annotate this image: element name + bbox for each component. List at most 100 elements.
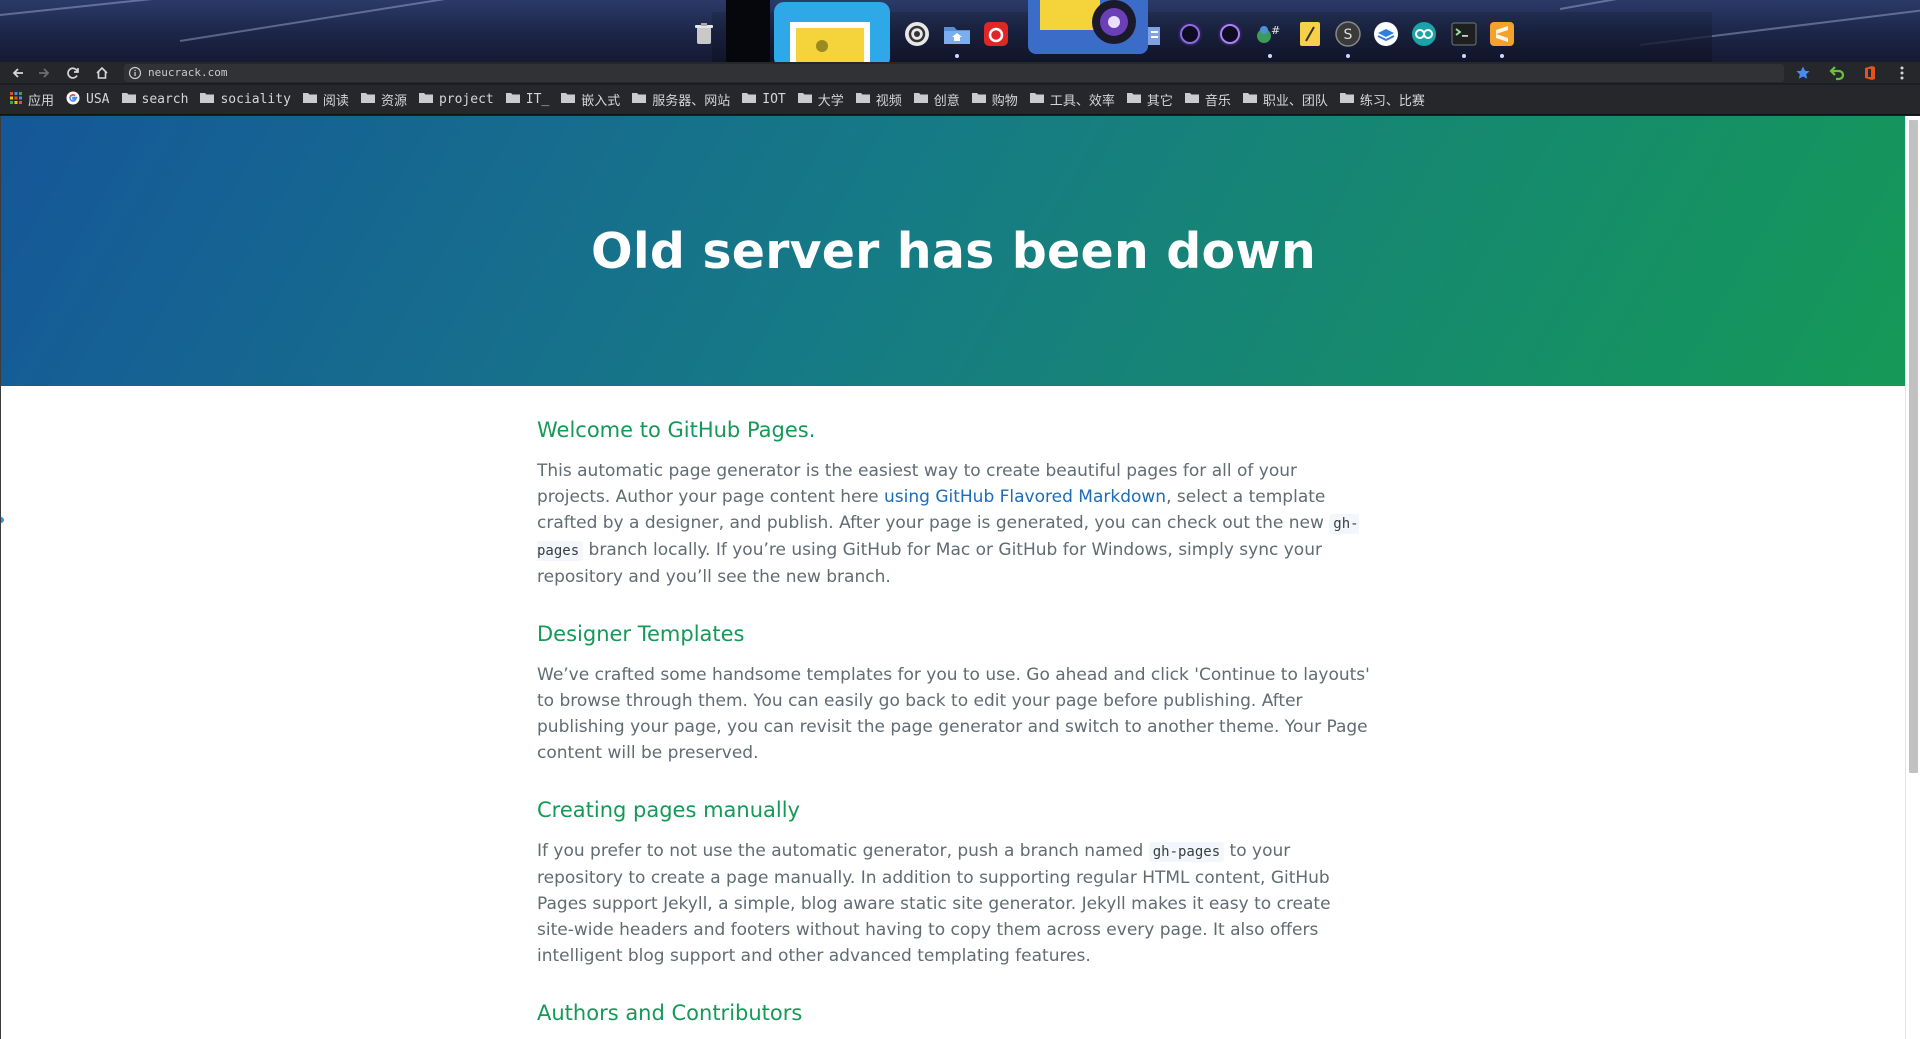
- bookmark-label: 其它: [1146, 94, 1173, 109]
- back-button[interactable]: [8, 63, 28, 83]
- bookmark-item[interactable]: USA: [66, 91, 110, 109]
- bookmarks-bar: 应用 USA search sociality 阅读 资源 project IT_ 嵌入式 服务器…: [0, 85, 1920, 115]
- bookmark-label: 音乐: [1204, 94, 1231, 109]
- bookmark-item[interactable]: 职业、团队: [1242, 90, 1328, 109]
- address-url[interactable]: neucrack.com: [148, 66, 227, 79]
- running-indicator: [1462, 54, 1466, 58]
- arduino-icon[interactable]: [1410, 20, 1438, 48]
- bookmark-item[interactable]: project: [418, 92, 494, 107]
- page-scrollbar[interactable]: [1905, 116, 1920, 1039]
- image-viewer-icon[interactable]: [772, 0, 892, 62]
- section-heading-manual: Creating pages manually: [537, 798, 800, 822]
- undo-arrow-icon: [1829, 66, 1845, 81]
- layers-app-icon[interactable]: [1372, 20, 1400, 48]
- bookmark-item[interactable]: 音乐: [1184, 90, 1231, 109]
- bookmark-item[interactable]: IOT: [742, 92, 786, 107]
- reload-button[interactable]: [63, 63, 83, 83]
- markdown-link[interactable]: using GitHub Flavored Markdown: [884, 487, 1166, 507]
- running-indicator: [1500, 54, 1504, 58]
- eclipse-icon[interactable]: [1176, 20, 1204, 48]
- bookmark-item[interactable]: 视频: [855, 90, 902, 109]
- paragraph-text: If you prefer to not use the automatic g…: [537, 841, 1149, 861]
- folder-icon: [505, 92, 520, 107]
- bookmark-label: 工具、效率: [1049, 94, 1115, 109]
- bookmark-item[interactable]: 练习、比赛: [1339, 90, 1425, 109]
- page-header: Old server has been down: [1, 116, 1905, 386]
- bookmark-star-button[interactable]: [1793, 63, 1813, 83]
- folder-icon: [121, 92, 136, 107]
- section-paragraph-welcome: This automatic page generator is the eas…: [537, 458, 1371, 590]
- arrow-right-icon: [39, 68, 50, 78]
- section-heading-welcome: Welcome to GitHub Pages.: [537, 418, 816, 442]
- browser-toolbar: neucrack.com: [0, 62, 1920, 84]
- forward-button[interactable]: [34, 63, 54, 83]
- folder-icon: [742, 92, 757, 107]
- section-heading-authors: Authors and Contributors: [537, 1001, 803, 1025]
- bookmark-item[interactable]: 资源: [360, 90, 407, 109]
- home-folder-icon[interactable]: [942, 20, 972, 48]
- netease-music-icon[interactable]: [982, 20, 1010, 48]
- bookmark-label: 视频: [875, 94, 902, 109]
- trash-icon[interactable]: [690, 20, 718, 48]
- running-indicator: [1268, 54, 1272, 58]
- running-indicator: [1346, 54, 1350, 58]
- bookmark-item[interactable]: sociality: [200, 92, 291, 107]
- bookmark-label: project: [438, 92, 494, 107]
- folder-icon: [418, 92, 433, 107]
- document-icon[interactable]: [1146, 24, 1162, 48]
- address-bar[interactable]: neucrack.com: [124, 64, 1784, 82]
- bookmark-item[interactable]: 创意: [913, 90, 960, 109]
- bookmark-label: IOT: [762, 92, 786, 107]
- bookmark-item[interactable]: 大学: [797, 90, 844, 109]
- bookmark-label: IT_: [525, 92, 550, 107]
- svg-text:S: S: [1344, 27, 1353, 43]
- apps-grid-icon: [10, 91, 22, 108]
- home-icon: [96, 66, 108, 79]
- dock-separator: [726, 0, 770, 62]
- bookmark-item[interactable]: 嵌入式: [561, 90, 620, 109]
- folder-icon: [1184, 92, 1199, 107]
- bookmark-label: 大学: [817, 94, 844, 109]
- folder-icon: [1126, 92, 1141, 107]
- bookmark-label: 资源: [380, 94, 407, 109]
- running-indicator: [955, 54, 959, 58]
- csharp-icon[interactable]: #: [1254, 20, 1284, 48]
- terminal-icon[interactable]: [1450, 20, 1478, 48]
- folder-icon: [1242, 92, 1257, 107]
- bookmark-item[interactable]: search: [121, 92, 189, 107]
- eclipse-alt-icon[interactable]: [1216, 20, 1244, 48]
- bookmark-item[interactable]: 服务器、网站: [632, 90, 730, 109]
- wallpaper-streak: [179, 0, 556, 42]
- ubuntu-circle-icon[interactable]: [903, 20, 931, 48]
- bookmark-label: sociality: [220, 92, 291, 107]
- section-paragraph-templates: We’ve crafted some handsome templates fo…: [537, 665, 1370, 763]
- home-button[interactable]: [92, 63, 112, 83]
- folder-icon: [632, 92, 647, 107]
- inline-code: gh-pages: [1148, 842, 1225, 862]
- bookmark-label: search: [141, 92, 189, 107]
- bookmark-item[interactable]: IT_: [505, 92, 550, 107]
- bookmark-item[interactable]: 其它: [1126, 90, 1173, 109]
- folder-icon: [561, 92, 576, 107]
- info-icon[interactable]: [128, 66, 142, 80]
- bookmark-item[interactable]: 工具、效率: [1029, 90, 1115, 109]
- bookmark-label: USA: [86, 92, 110, 107]
- desktop-dock: # S: [0, 0, 1920, 62]
- menu-button[interactable]: [1892, 63, 1912, 83]
- resize-handle[interactable]: [1, 517, 4, 523]
- s-app-icon[interactable]: S: [1334, 20, 1362, 48]
- bookmark-item[interactable]: 阅读: [302, 90, 349, 109]
- notes-icon[interactable]: [1296, 20, 1324, 48]
- extension-office-button[interactable]: [1860, 63, 1880, 83]
- reload-icon: [67, 67, 79, 79]
- camera-icon[interactable]: [1026, 0, 1150, 58]
- page-title: Old server has been down: [591, 222, 1316, 280]
- extension-undo-button[interactable]: [1827, 63, 1847, 83]
- bookmark-item[interactable]: 应用: [10, 90, 54, 109]
- sublime-text-icon[interactable]: [1488, 20, 1516, 48]
- office-icon: [1865, 66, 1875, 80]
- bookmark-item[interactable]: 购物: [971, 90, 1018, 109]
- folder-icon: [360, 92, 375, 107]
- bookmark-label: 嵌入式: [581, 94, 621, 109]
- scrollbar-thumb[interactable]: [1909, 120, 1918, 773]
